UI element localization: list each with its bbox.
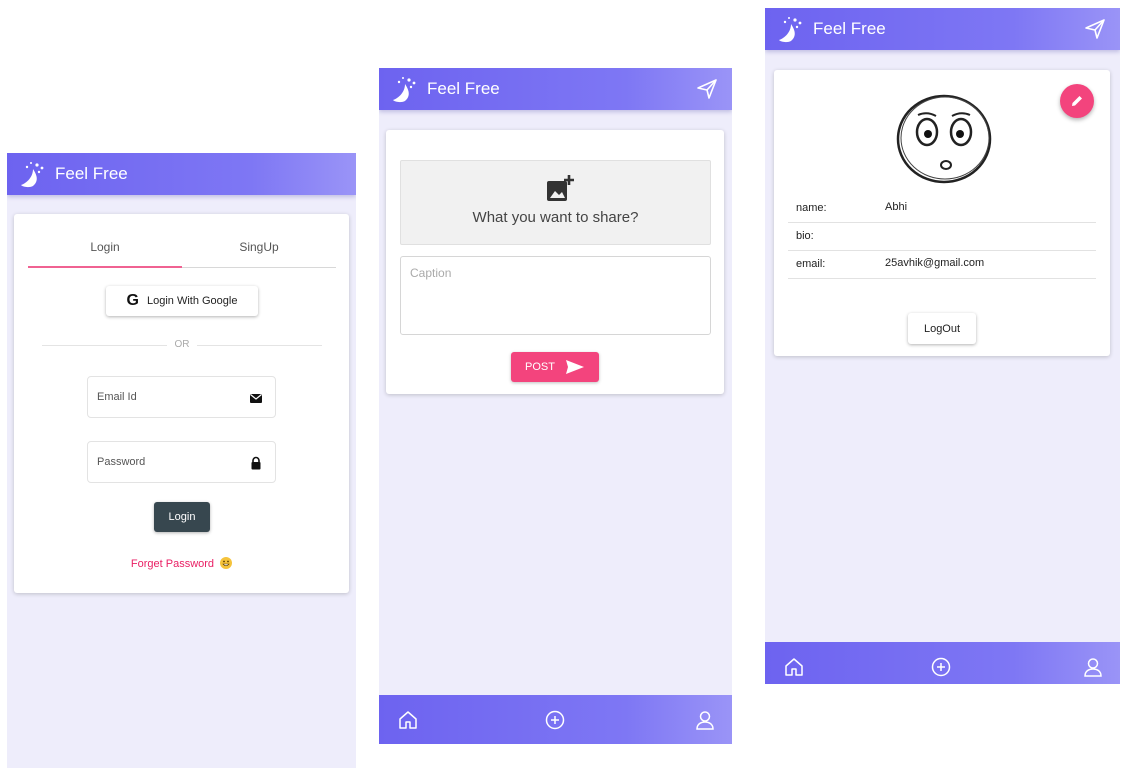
or-text: OR — [174, 339, 190, 350]
app-title: Feel Free — [55, 164, 128, 183]
caption-input[interactable] — [401, 257, 710, 334]
google-login-button[interactable]: G Login With Google — [106, 286, 258, 316]
add-circle-icon[interactable] — [544, 709, 566, 731]
post-screen: Feel Free What you want to share? POST — [379, 68, 732, 744]
tab-login[interactable]: Login — [28, 240, 182, 254]
app-bar: Feel Free — [765, 8, 1120, 50]
bottom-nav — [379, 695, 732, 744]
user-icon[interactable] — [1082, 656, 1104, 678]
login-screen: Feel Free Login SingUp G Login With Goog… — [7, 153, 356, 768]
logo-icon — [775, 14, 805, 44]
edit-profile-button[interactable] — [1060, 84, 1094, 118]
login-button[interactable]: Login — [154, 502, 210, 532]
profile-card: name: Abhi bio: email: 25avhik@gmail.com… — [774, 70, 1110, 356]
or-divider: OR — [42, 338, 322, 352]
create-post-card: What you want to share? POST — [386, 130, 724, 394]
post-button-label: POST — [525, 361, 555, 373]
share-prompt: What you want to share? — [472, 209, 639, 226]
mail-icon — [249, 391, 263, 405]
app-bar: Feel Free — [379, 68, 732, 110]
profile-row-email: email: 25avhik@gmail.com — [788, 251, 1096, 279]
app-title: Feel Free — [427, 79, 500, 98]
send-arrow-icon — [565, 360, 584, 374]
field-label: name: — [796, 202, 827, 214]
home-icon[interactable] — [397, 709, 419, 731]
user-icon[interactable] — [694, 709, 716, 731]
bottom-nav — [765, 642, 1120, 684]
send-icon[interactable] — [696, 78, 718, 100]
profile-row-name: name: Abhi — [788, 195, 1096, 223]
tab-signup[interactable]: SingUp — [182, 240, 336, 254]
active-tab-indicator — [28, 266, 182, 268]
image-picker[interactable]: What you want to share? — [400, 160, 711, 245]
edit-pencil-icon — [1072, 96, 1082, 106]
forget-password-link[interactable]: Forget Password — [14, 557, 349, 570]
lock-icon — [249, 456, 263, 470]
send-icon[interactable] — [1084, 18, 1106, 40]
field-value: Abhi — [885, 201, 908, 213]
add-circle-icon[interactable] — [930, 656, 952, 678]
password-input[interactable] — [88, 442, 275, 482]
email-field[interactable] — [87, 376, 276, 418]
emoji-icon — [220, 557, 233, 569]
field-label: email: — [796, 258, 826, 270]
caption-field[interactable] — [400, 256, 711, 335]
auth-tabs: Login SingUp — [28, 240, 336, 268]
email-input[interactable] — [88, 377, 275, 417]
avatar — [894, 92, 994, 187]
forget-password-label: Forget Password — [130, 558, 215, 570]
logo-icon — [17, 159, 47, 189]
profile-row-bio: bio: — [788, 223, 1096, 251]
password-field[interactable] — [87, 441, 276, 483]
app-title: Feel Free — [813, 19, 886, 38]
login-card: Login SingUp G Login With Google OR Logi… — [14, 214, 349, 593]
app-bar: Feel Free — [7, 153, 356, 195]
field-value: 25avhik@gmail.com — [885, 257, 985, 269]
home-icon[interactable] — [783, 656, 805, 678]
field-label: bio: — [796, 230, 814, 242]
google-login-label: Login With Google — [146, 295, 238, 307]
logo-icon — [389, 74, 419, 104]
add-image-icon — [545, 173, 575, 203]
logout-button[interactable]: LogOut — [908, 313, 976, 344]
profile-screen: Feel Free name: Abhi bio: email: 25avhik… — [765, 8, 1120, 684]
google-icon: G — [126, 292, 139, 309]
post-button[interactable]: POST — [511, 352, 599, 382]
